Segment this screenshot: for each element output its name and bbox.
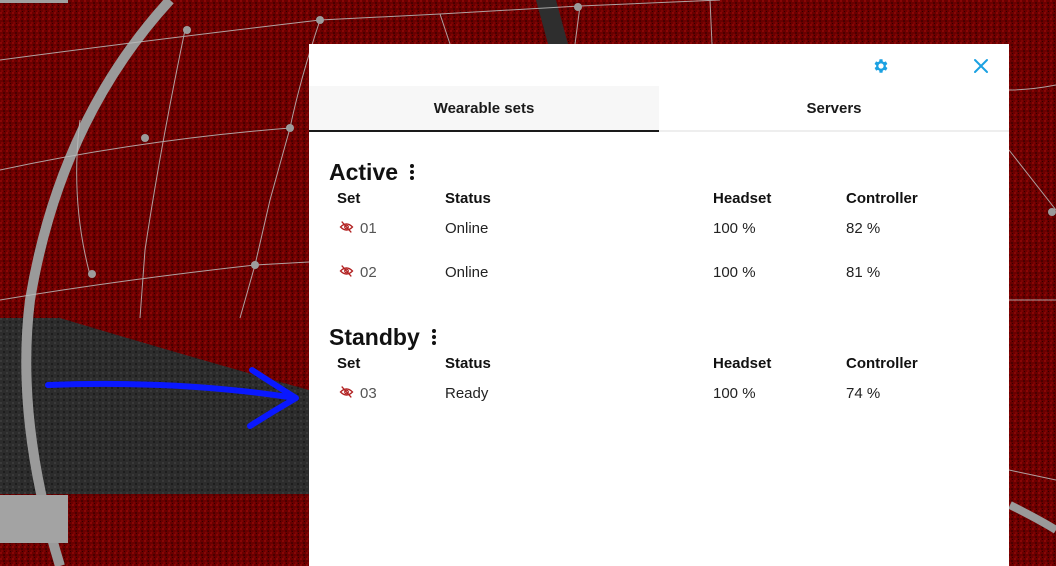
tab-bar: Wearable sets Servers (309, 86, 1009, 132)
column-header-status: Status (445, 355, 491, 372)
more-options-icon[interactable] (408, 162, 416, 182)
set-id: 02 (360, 264, 377, 281)
headset-value: 100 % (713, 264, 756, 281)
section-title: Standby (329, 323, 420, 350)
wearable-sets-panel: Wearable sets Servers Active Set Status … (309, 44, 1009, 566)
tab-servers[interactable]: Servers (659, 86, 1009, 132)
column-header-controller: Controller (846, 355, 918, 372)
table-row[interactable]: 02 Online 100 % 81 % (329, 256, 1009, 300)
status-value: Online (445, 220, 489, 237)
headset-value: 100 % (713, 385, 756, 402)
controller-value: 82 % (846, 220, 881, 237)
eye-off-icon[interactable] (339, 385, 354, 402)
set-cell: 03 (339, 385, 377, 402)
column-header-controller: Controller (846, 190, 918, 207)
table-row[interactable]: 03 Ready 100 % 74 % (329, 377, 1009, 421)
status-value: Ready (445, 385, 489, 402)
close-icon[interactable] (969, 54, 993, 78)
table-header: Set Status Headset Controller (329, 190, 1009, 212)
section-active: Active Set Status Headset Controller 01 … (309, 156, 1009, 300)
set-id: 03 (360, 385, 377, 402)
status-value: Online (445, 264, 489, 281)
gear-icon[interactable] (869, 54, 893, 78)
table-header: Set Status Headset Controller (329, 355, 1009, 377)
set-id: 01 (360, 220, 377, 237)
controller-value: 74 % (846, 385, 881, 402)
headset-value: 100 % (713, 220, 756, 237)
eye-off-icon[interactable] (339, 220, 354, 237)
table-row[interactable]: 01 Online 100 % 82 % (329, 212, 1009, 256)
eye-off-icon[interactable] (339, 264, 354, 281)
column-header-set: Set (337, 190, 361, 207)
tab-wearable-sets[interactable]: Wearable sets (309, 86, 659, 132)
panel-toolbar (309, 44, 1009, 86)
column-header-set: Set (337, 355, 361, 372)
section-title: Active (329, 158, 399, 185)
column-header-headset: Headset (713, 355, 772, 372)
section-standby: Standby Set Status Headset Controller 03… (309, 321, 1009, 421)
set-cell: 02 (339, 264, 377, 281)
column-header-headset: Headset (713, 190, 772, 207)
controller-value: 81 % (846, 264, 881, 281)
set-cell: 01 (339, 220, 377, 237)
more-options-icon[interactable] (430, 327, 438, 347)
column-header-status: Status (445, 190, 491, 207)
